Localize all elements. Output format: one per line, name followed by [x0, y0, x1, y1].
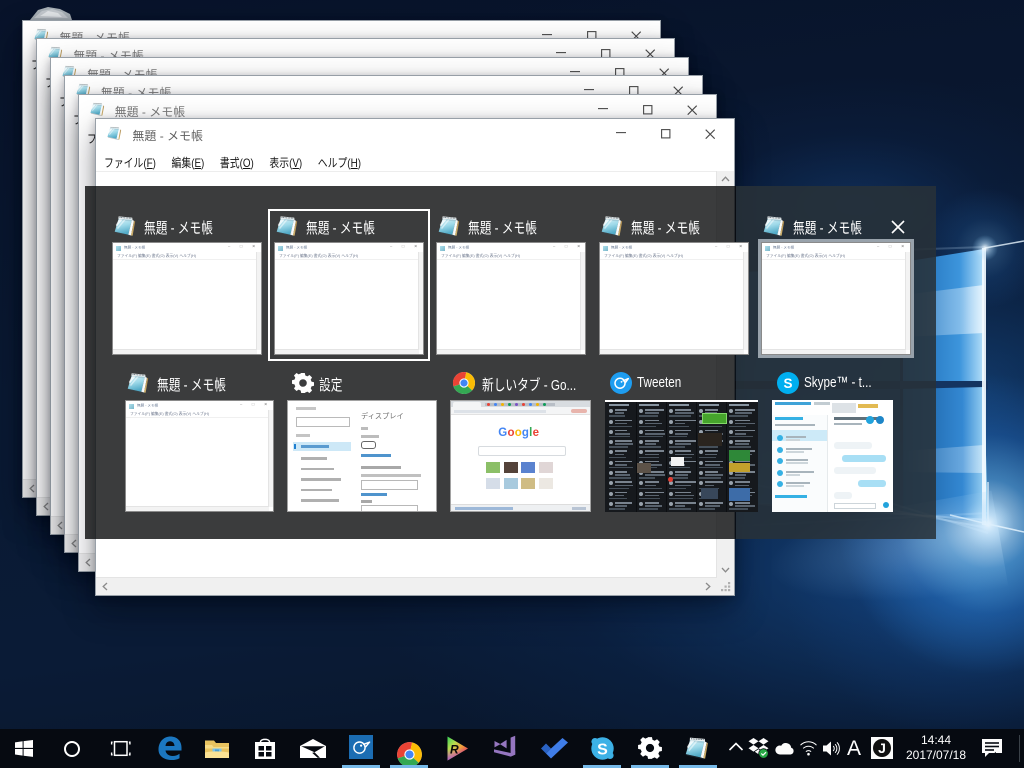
svg-text:S: S — [784, 376, 793, 391]
svg-text:S: S — [597, 742, 608, 759]
svg-text:R: R — [450, 743, 459, 757]
